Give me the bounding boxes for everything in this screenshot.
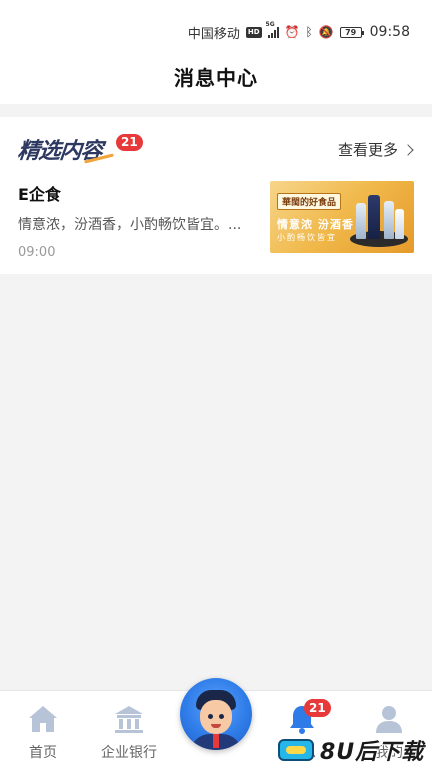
tab-enterprise-bank[interactable]: 企业银行 — [86, 691, 172, 768]
header: 消息中心 — [0, 50, 432, 104]
avatar-face — [200, 700, 232, 734]
bottle-image — [356, 203, 366, 239]
featured-content-card: 精选内容 21 查看更多 E企食 情意浓，汾酒香，小酌畅饮皆宜。... 09:0… — [0, 117, 432, 274]
tab-home[interactable]: 首页 — [0, 691, 86, 768]
user-icon — [376, 706, 402, 733]
thumbnail-headline: 情意浓 汾酒香 — [277, 218, 354, 231]
view-more-link[interactable]: 查看更多 — [337, 139, 414, 160]
watermark-logo-icon — [278, 739, 314, 761]
view-more-label: 查看更多 — [337, 141, 398, 159]
hd-badge: HD — [245, 26, 262, 38]
bottle-image — [384, 201, 394, 239]
watermark: 8U后下载 — [274, 732, 432, 766]
message-thumbnail: 華閩的好食品 情意浓 汾酒香 小酌畅饮皆宜 — [270, 181, 414, 253]
thumbnail-brand-logo: 華閩的好食品 — [277, 193, 342, 210]
unread-count-badge: 21 — [116, 134, 143, 151]
tab-label: 首页 — [29, 745, 57, 761]
clock: 09:58 — [369, 24, 410, 40]
alarm-icon: ⏰ — [284, 25, 300, 39]
battery-icon: 79 — [339, 26, 364, 38]
page-title: 消息中心 — [174, 66, 258, 90]
carrier-name: 中国移动 — [187, 26, 240, 42]
message-tab-badge: 21 — [304, 699, 331, 717]
avatar-eye — [208, 714, 213, 719]
status-indicators: 中国移动 HD 5G ⏰ ᛒ 🔕 79 09:58 — [187, 21, 410, 42]
message-snippet: 情意浓，汾酒香，小酌畅饮皆宜。... — [18, 217, 242, 233]
assistant-avatar-button[interactable] — [180, 678, 252, 750]
bank-icon — [115, 706, 143, 733]
avatar-eye — [219, 714, 224, 719]
mute-icon: 🔕 — [318, 25, 334, 39]
watermark-text: 8U后下载 — [320, 740, 425, 765]
bluetooth-icon: ᛒ — [305, 25, 313, 39]
signal-icon: 5G — [266, 21, 279, 38]
home-icon — [29, 706, 57, 732]
message-title: E企食 — [18, 185, 61, 204]
chevron-right-icon — [402, 143, 414, 156]
bottle-image — [368, 195, 380, 239]
message-time: 09:00 — [18, 245, 56, 260]
card-header: 精选内容 21 查看更多 — [16, 133, 414, 164]
bottle-image — [395, 209, 404, 239]
avatar-tie — [213, 734, 219, 748]
thumbnail-subline: 小酌畅饮皆宜 — [277, 233, 337, 242]
message-item[interactable]: E企食 情意浓，汾酒香，小酌畅饮皆宜。... 09:00 華閩的好食品 情意浓 … — [18, 181, 414, 261]
tab-label: 企业银行 — [101, 745, 157, 761]
